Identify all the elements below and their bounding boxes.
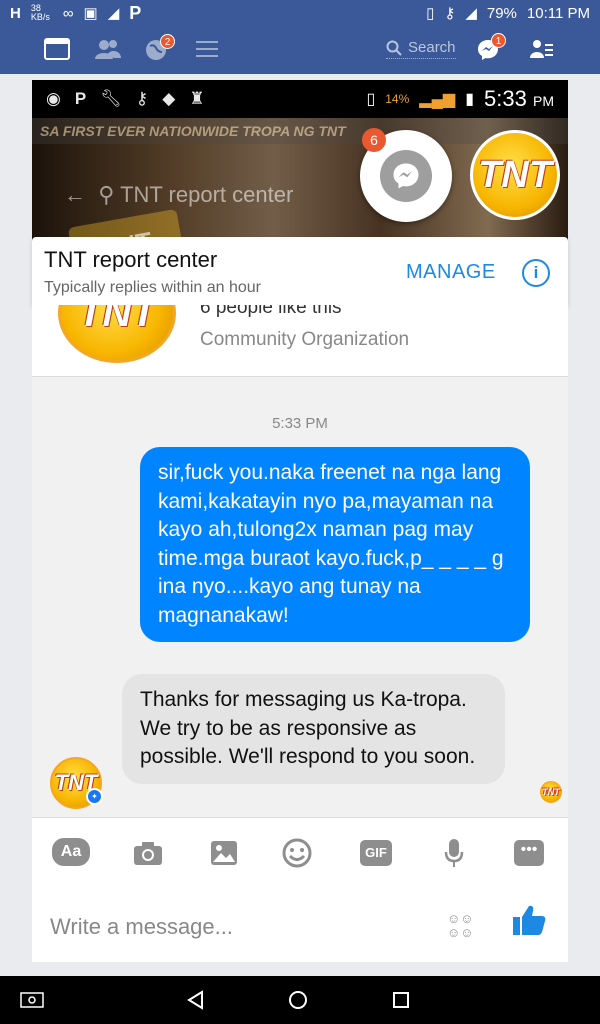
stickers-icon[interactable]: ☺☺ ☺☺ [447,912,474,940]
screenshot-clock: 5:33 PM [484,86,554,111]
manage-button[interactable]: MANAGE [406,261,496,284]
recents-button-icon[interactable] [392,991,410,1009]
page-category: Community Organization [200,329,410,350]
menu-icon[interactable] [196,40,218,58]
signal-strength-icon: ◢ [465,5,477,22]
android-nav-bar [0,976,600,1024]
key-small-icon: ⚷ [135,89,149,108]
screenshot-status-bar: ◉ P 🔧︎ ⚷ ◆ ♜ ▯ 14% ▂▄▆ ▮ 5:33 PM [32,80,568,118]
response-time: Typically replies within an hour [44,279,261,296]
page-name[interactable]: TNT report center [44,247,217,273]
conversation-header: TNT report center Typically replies with… [32,237,568,305]
vibrate-icon: ▯ [426,5,435,22]
search-label: Search [408,39,456,56]
notifications-badge: 2 [160,34,175,49]
signal-bars-icon: ▂▄▆ [419,91,456,108]
signal-percent: 14% [385,92,410,106]
cover-search-ghost: ← ⚲ TNT report center [64,182,294,207]
microphone-icon[interactable] [436,838,472,868]
castle-icon: ♜ [189,89,205,108]
back-button-icon[interactable] [186,990,206,1010]
messages-badge: 1 [491,33,506,48]
incoming-message[interactable]: Thanks for messaging us Ka-tropa. We try… [122,674,505,784]
more-options-icon[interactable]: ••• [514,840,544,866]
more-profile-icon[interactable] [530,38,554,60]
vibrate-small-icon: ▯ [366,91,376,108]
outgoing-message[interactable]: sir,fuck you.naka freenet na nga lang ka… [140,447,530,642]
messenger-badge-icon: ✦ [86,788,103,805]
message-thread: 5:33 PM sir,fuck you.naka freenet na nga… [32,377,568,817]
key-icon: ⚷ [444,5,456,22]
battery-percent: 79% [486,4,517,22]
page-info-card: TNT 6 people like this Community Organiz… [32,305,568,377]
device-status-bar: H 38 KB/s ∞ ▣ ◢ P ▯ ⚷ ◢ 79% 10:11 PM [0,0,600,26]
seen-avatar: TNT [540,781,562,803]
sync-icon: ∞ [62,4,74,22]
network-speed: 38 KB/s [30,3,50,22]
p-small-icon: P [74,89,87,108]
friend-requests-icon[interactable] [94,38,122,60]
screenshot-icon[interactable] [20,992,44,1008]
chat-head-badge: 6 [362,128,386,152]
page-logo: TNT [58,305,176,363]
tnt-chat-head-logo[interactable]: TNT [470,130,560,220]
emoji-icon[interactable] [282,838,318,868]
home-button-icon[interactable] [288,990,308,1010]
camera-icon[interactable] [130,838,166,868]
app-small-icon: ◆ [162,89,176,108]
facebook-nav-bar: 2 Search 1 [0,26,600,74]
message-composer: Aa GIF ••• Write a message... ☺☺ ☺☺ [32,817,568,962]
messenger-small-icon: ◉ [46,89,61,108]
wrench-icon: 🔧︎ [100,89,122,108]
photo-gallery-icon[interactable] [206,838,242,868]
message-timestamp: 5:33 PM [272,415,328,432]
text-style-button[interactable]: Aa [52,838,90,866]
network-type: H [10,4,21,22]
search-input[interactable]: Search [386,39,456,59]
news-feed-icon[interactable] [44,38,70,60]
image-icon: ▣ [83,5,98,22]
info-icon[interactable]: i [522,259,550,287]
clock: 10:11 PM [526,4,590,22]
signal-icon: ◢ [107,5,120,22]
message-input[interactable]: Write a message... [50,914,233,940]
battery-small-icon: ▮ [465,91,475,108]
page-likes: 6 people like this [200,305,342,318]
thumbs-up-icon[interactable] [512,904,546,936]
gif-button[interactable]: GIF [360,840,392,866]
messenger-bolt-icon [380,150,432,202]
p-app-icon: P [129,2,142,23]
search-icon [386,40,402,56]
